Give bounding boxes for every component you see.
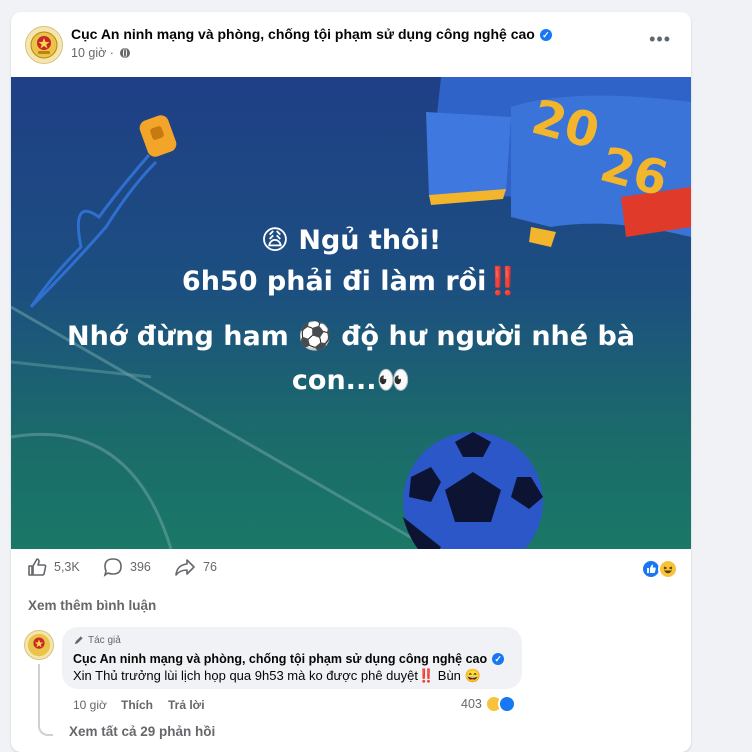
post-time[interactable]: 10 giờ — [71, 46, 106, 60]
haha-reaction-icon[interactable] — [658, 559, 678, 579]
like-reaction-thumb-icon — [647, 564, 656, 573]
comment-time[interactable]: 10 giờ — [73, 698, 107, 712]
comment-author-link[interactable]: Cục An ninh mạng và phòng, chống tội phạ… — [73, 652, 505, 666]
post-card: Cục An ninh mạng và phòng, chống tội phạ… — [11, 12, 691, 752]
verified-badge-icon: ✓ — [539, 29, 552, 41]
post-meta: 10 giờ · — [71, 46, 131, 60]
page-avatar[interactable] — [25, 26, 63, 64]
comment-verified-badge-icon: ✓ — [492, 653, 505, 665]
football-icon — [403, 432, 543, 549]
pencil-icon — [74, 636, 83, 645]
comment-bubble-icon — [103, 558, 122, 577]
post-image-art: 20 26 — [11, 77, 691, 549]
like-thumb-icon — [28, 558, 47, 576]
comment-bubble: Tác giả Cục An ninh mạng và phòng, chống… — [62, 627, 522, 689]
more-options-button[interactable]: ••• — [649, 30, 671, 48]
globe-icon — [120, 48, 131, 58]
comment-like-icon — [497, 695, 516, 713]
police-emblem-small-icon — [27, 633, 51, 657]
post-stats: 5,3K 396 76 — [11, 557, 691, 581]
post-image[interactable]: 20 26 😩 Ngủ thôi! 6h50 phải đi làm rồi‼️… — [11, 77, 691, 549]
see-more-comments-link[interactable]: Xem thêm bình luận — [28, 598, 156, 613]
share-count: 76 — [203, 560, 217, 574]
police-emblem-icon — [30, 31, 58, 59]
comment-author[interactable]: Cục An ninh mạng và phòng, chống tội phạ… — [73, 652, 487, 666]
comment-stat[interactable]: 396 — [103, 557, 151, 577]
field-arc — [11, 432, 173, 549]
comment-reaction-count: 403 — [461, 697, 482, 711]
author-badge: Tác giả — [73, 635, 121, 646]
image-text-line-4: con...👀 — [291, 365, 411, 396]
image-text-line-1: 😩 Ngủ thôi! — [260, 225, 442, 256]
share-stat[interactable]: 76 — [174, 557, 217, 577]
comment-like-button[interactable]: Thích — [121, 698, 153, 712]
image-text-line-3: Nhớ đừng ham ⚽ độ hư người nhé bà — [66, 321, 636, 352]
comment-reactions[interactable]: 403 — [461, 695, 516, 713]
comment-author-avatar[interactable] — [24, 630, 54, 660]
image-text-line-2: 6h50 phải đi làm rồi‼️ — [181, 266, 521, 297]
share-arrow-icon — [175, 559, 195, 576]
page-name-link[interactable]: Cục An ninh mạng và phòng, chống tội phạ… — [71, 26, 552, 42]
comment-reply-button[interactable]: Trả lời — [168, 698, 205, 712]
author-badge-label: Tác giả — [88, 635, 121, 646]
like-stat[interactable]: 5,3K — [27, 557, 80, 577]
haha-face-icon — [663, 566, 673, 574]
view-all-replies-link[interactable]: Xem tất cả 29 phản hồi — [69, 724, 215, 739]
reply-thread-line — [38, 664, 53, 736]
comment-text: Xin Thủ trưởng lùi lịch họp qua 9h53 mà … — [73, 668, 481, 683]
like-count: 5,3K — [54, 560, 80, 574]
comment-count: 396 — [130, 560, 151, 574]
page-name[interactable]: Cục An ninh mạng và phòng, chống tội phạ… — [71, 26, 535, 42]
